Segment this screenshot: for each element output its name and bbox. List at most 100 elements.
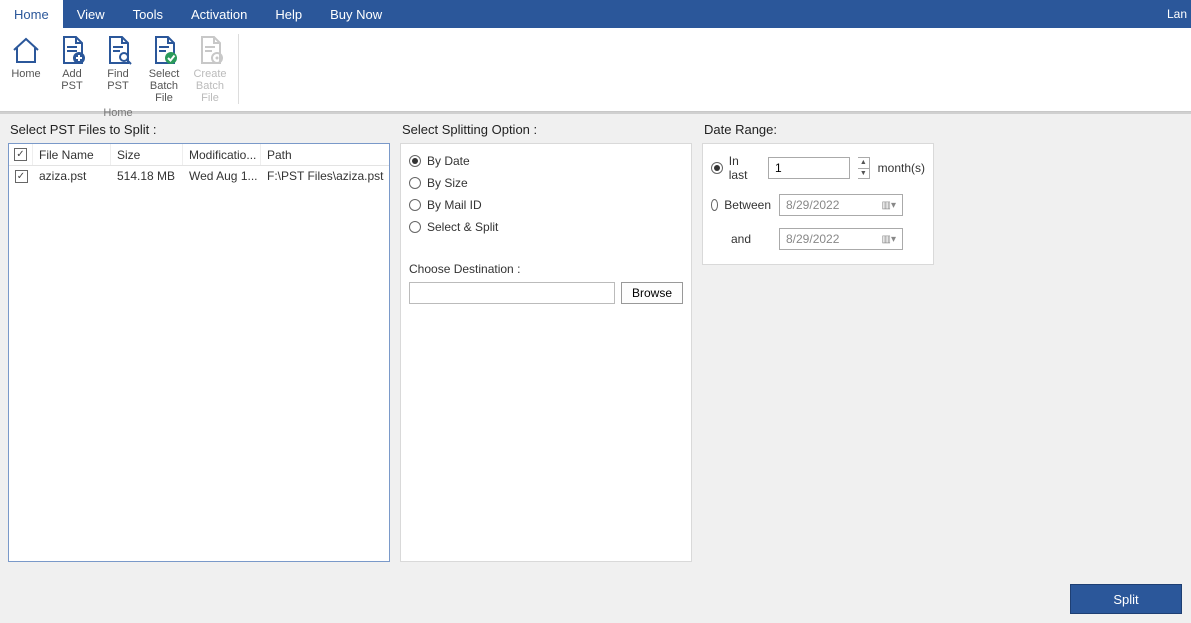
option-label: By Mail ID [427, 198, 482, 212]
menu-language-label: Lan [1167, 7, 1187, 21]
column-label: File Name [39, 148, 94, 162]
ribbon-separator [238, 34, 239, 104]
option-by-size[interactable]: By Size [409, 172, 683, 194]
between-row: Between 8/29/2022 ▥▾ [711, 194, 925, 216]
file-add-icon [56, 34, 88, 66]
ribbon-label2: Batch File [196, 80, 224, 104]
option-label: By Size [427, 176, 468, 190]
browse-label: Browse [632, 286, 672, 300]
between-option[interactable]: Between [711, 198, 771, 212]
split-button[interactable]: Split [1070, 584, 1182, 614]
select-all-checkbox[interactable]: ✓ [9, 144, 33, 165]
split-options-box: By Date By Size By Mail ID Select & Spli… [400, 143, 692, 562]
months-input[interactable] [768, 157, 850, 179]
date-from-input[interactable]: 8/29/2022 ▥▾ [779, 194, 903, 216]
column-header-modification[interactable]: Modificatio... [183, 144, 261, 165]
browse-button[interactable]: Browse [621, 282, 683, 304]
calendar-dropdown-icon: ▥▾ [882, 234, 896, 245]
months-spinner[interactable]: ▲ ▼ [858, 157, 870, 179]
file-list-panel: Select PST Files to Split : ✓ File Name … [8, 118, 390, 562]
file-search-icon [102, 34, 134, 66]
months-unit: month(s) [878, 161, 925, 175]
option-select-split[interactable]: Select & Split [409, 216, 683, 238]
split-button-label: Split [1113, 592, 1138, 607]
radio-icon [711, 162, 723, 174]
destination-input[interactable] [409, 282, 615, 304]
menu-tab-activation[interactable]: Activation [177, 0, 261, 28]
cell-path: F:\PST Files\aziza.pst [261, 166, 389, 186]
file-list-header: ✓ File Name Size Modificatio... Path [9, 144, 389, 166]
option-label: Select & Split [427, 220, 498, 234]
ribbon-find-pst-button[interactable]: FindPST [96, 32, 140, 104]
ribbon-label: Home [11, 68, 40, 80]
file-gear-icon [194, 34, 226, 66]
menu-tab-help[interactable]: Help [261, 0, 316, 28]
table-row[interactable]: ✓ aziza.pst 514.18 MB Wed Aug 1... F:\PS… [9, 166, 389, 186]
menu-tab-tools[interactable]: Tools [119, 0, 177, 28]
in-last-row: In last ▲ ▼ month(s) [711, 154, 925, 182]
ribbon-label: Create [193, 68, 226, 80]
radio-icon [409, 177, 421, 189]
in-last-option[interactable]: In last [711, 154, 760, 182]
ribbon-label: Find [107, 68, 128, 80]
ribbon-label2: Batch File [150, 80, 178, 104]
ribbon-select-batch-button[interactable]: SelectBatch File [142, 32, 186, 104]
between-label: Between [724, 198, 771, 212]
option-label: By Date [427, 154, 470, 168]
calendar-dropdown-icon: ▥▾ [882, 200, 896, 211]
cell-size: 514.18 MB [111, 166, 183, 186]
column-label: Modificatio... [189, 148, 256, 162]
date-range-panel: Date Range: In last ▲ ▼ month(s) Between [702, 118, 934, 562]
menu-tab-label: Activation [191, 7, 247, 22]
destination-label: Choose Destination : [409, 262, 683, 276]
menu-tab-buynow[interactable]: Buy Now [316, 0, 396, 28]
option-by-mail-id[interactable]: By Mail ID [409, 194, 683, 216]
ribbon-label2: PST [61, 80, 82, 92]
column-label: Path [267, 148, 292, 162]
option-by-date[interactable]: By Date [409, 150, 683, 172]
ribbon-create-batch-button: CreateBatch File [188, 32, 232, 104]
radio-icon [711, 199, 718, 211]
radio-icon [409, 155, 421, 167]
ribbon-label2: PST [107, 80, 128, 92]
menu-tab-label: Tools [133, 7, 163, 22]
menu-tab-view[interactable]: View [63, 0, 119, 28]
row-checkbox[interactable]: ✓ [9, 166, 33, 186]
spin-down-icon[interactable]: ▼ [858, 169, 869, 179]
menu-tab-home[interactable]: Home [0, 0, 63, 28]
column-header-name[interactable]: File Name [33, 144, 111, 165]
menubar: Home View Tools Activation Help Buy Now … [0, 0, 1191, 28]
split-options-title: Select Splitting Option : [400, 118, 692, 143]
spin-up-icon[interactable]: ▲ [858, 158, 869, 169]
date-to-input[interactable]: 8/29/2022 ▥▾ [779, 228, 903, 250]
and-row: and 8/29/2022 ▥▾ [711, 228, 925, 250]
ribbon: Home AddPST FindPST SelectBatch File Cre… [0, 28, 1191, 112]
column-header-path[interactable]: Path [261, 144, 389, 165]
in-last-label: In last [729, 154, 760, 182]
file-check-icon [148, 34, 180, 66]
date-to-value: 8/29/2022 [786, 232, 839, 246]
menu-tab-label: Buy Now [330, 7, 382, 22]
file-list: ✓ File Name Size Modificatio... Path ✓ a… [8, 143, 390, 562]
and-label: and [711, 232, 771, 246]
menu-tab-label: View [77, 7, 105, 22]
cell-name: aziza.pst [33, 166, 111, 186]
column-label: Size [117, 148, 140, 162]
ribbon-group-home: Home AddPST FindPST SelectBatch File Cre… [4, 32, 232, 119]
column-header-size[interactable]: Size [111, 144, 183, 165]
split-options-panel: Select Splitting Option : By Date By Siz… [400, 118, 692, 562]
date-from-value: 8/29/2022 [786, 198, 839, 212]
ribbon-add-pst-button[interactable]: AddPST [50, 32, 94, 104]
date-range-box: In last ▲ ▼ month(s) Between 8/29/2022 ▥… [702, 143, 934, 265]
main-area: Select PST Files to Split : ✓ File Name … [0, 114, 1191, 562]
menu-tab-label: Help [275, 7, 302, 22]
radio-icon [409, 221, 421, 233]
menu-language[interactable]: Lan [1163, 0, 1191, 28]
ribbon-home-button[interactable]: Home [4, 32, 48, 104]
date-range-title: Date Range: [702, 118, 934, 143]
menu-tab-label: Home [14, 7, 49, 22]
home-icon [10, 34, 42, 66]
radio-icon [409, 199, 421, 211]
ribbon-label: Select [149, 68, 180, 80]
ribbon-label: Add [62, 68, 82, 80]
